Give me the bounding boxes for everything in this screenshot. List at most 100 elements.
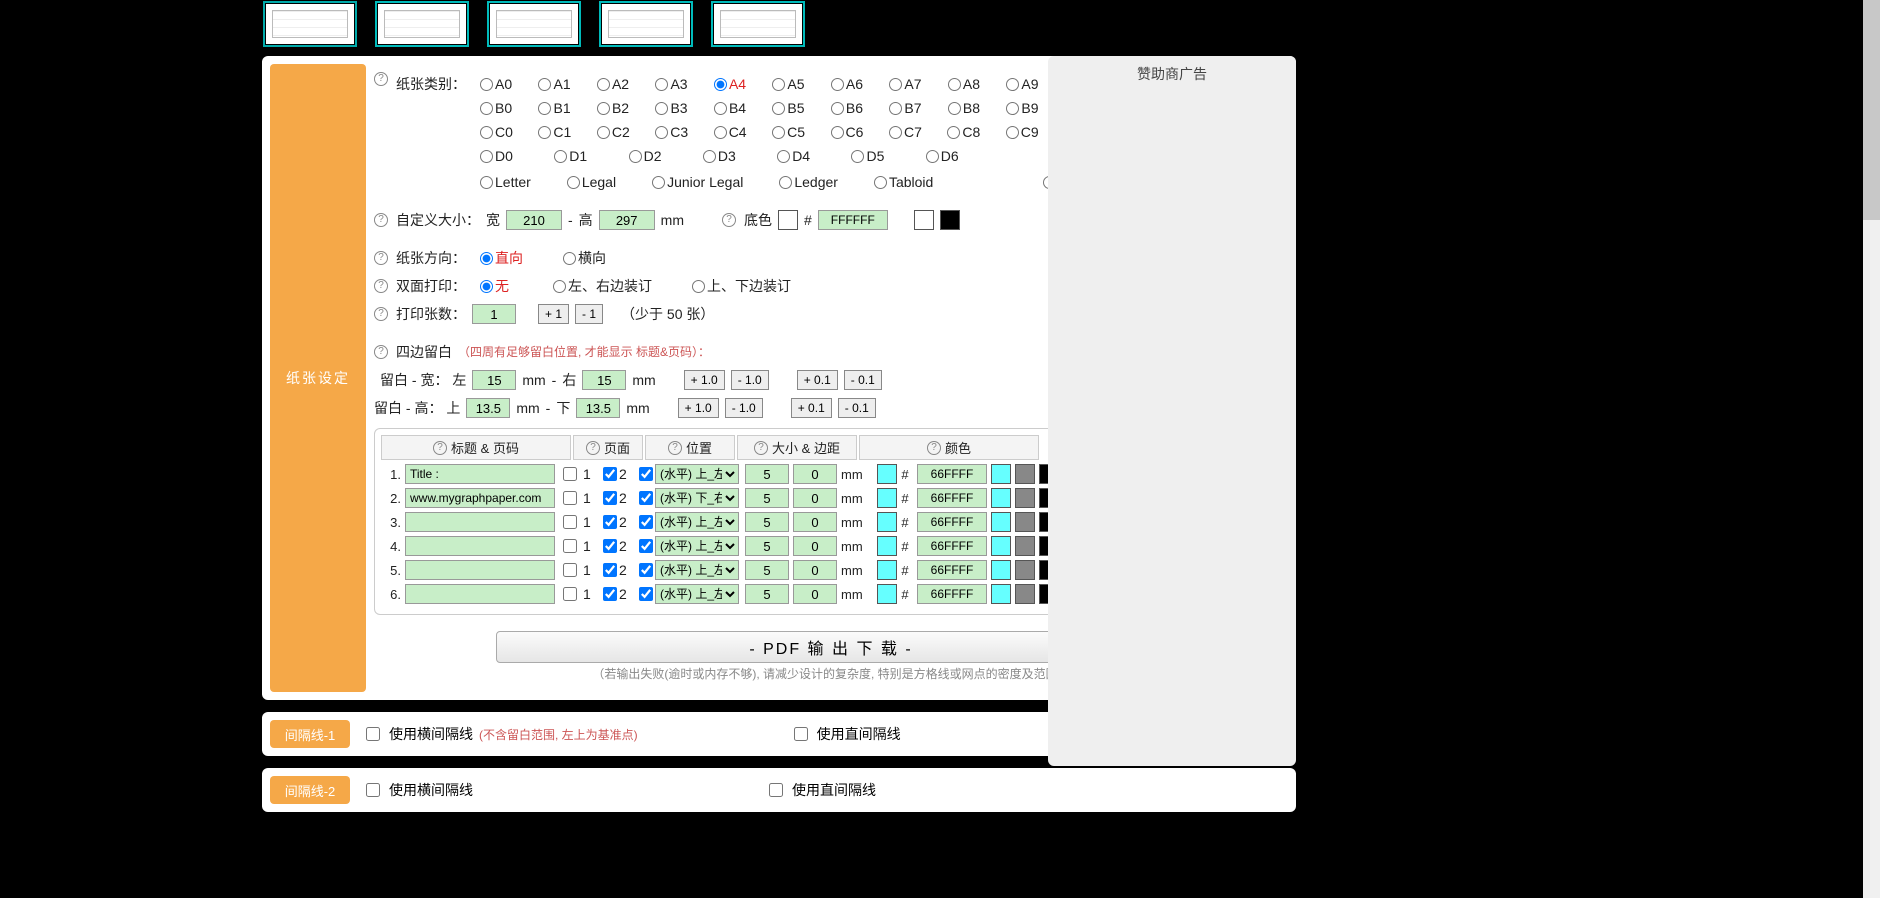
paper-size-b4[interactable]: B4: [706, 96, 760, 120]
paper-size-radio[interactable]: [889, 126, 902, 139]
page1-checkbox[interactable]: [603, 491, 617, 505]
paper-size-radio[interactable]: [655, 78, 668, 91]
help-icon[interactable]: ?: [754, 441, 768, 455]
size-input[interactable]: [745, 512, 789, 532]
paper-size-a2[interactable]: A2: [589, 72, 643, 96]
paper-size-d0[interactable]: D0: [472, 144, 542, 168]
title-enabled-checkbox[interactable]: [563, 587, 577, 601]
title-enabled-checkbox[interactable]: [563, 491, 577, 505]
size-input[interactable]: [745, 536, 789, 556]
custom-width-input[interactable]: [506, 210, 562, 230]
paper-size-b7[interactable]: B7: [881, 96, 936, 120]
margin-input[interactable]: [793, 536, 837, 556]
paper-size-b2[interactable]: B2: [589, 96, 643, 120]
preset-swatch-gray[interactable]: [1015, 560, 1035, 580]
margin-tb-minus10-button[interactable]: - 1.0: [725, 398, 763, 418]
color-swatch[interactable]: [877, 464, 897, 484]
sep1-vertical-checkbox[interactable]: [794, 727, 808, 741]
paper-size-a4[interactable]: A4: [706, 72, 760, 96]
paper-size-radio[interactable]: [831, 126, 844, 139]
size-input[interactable]: [745, 488, 789, 508]
thumbnail-3[interactable]: [486, 0, 582, 48]
margin-left-input[interactable]: [472, 370, 516, 390]
color-hex-input[interactable]: [917, 584, 987, 604]
help-icon[interactable]: ?: [668, 441, 682, 455]
paper-size-radio[interactable]: [652, 176, 665, 189]
preset-swatch-gray[interactable]: [1015, 488, 1035, 508]
color-swatch[interactable]: [877, 536, 897, 556]
copies-minus-button[interactable]: - 1: [575, 304, 603, 324]
paper-size-b0[interactable]: B0: [472, 96, 526, 120]
paper-size-radio[interactable]: [772, 126, 785, 139]
page1-checkbox[interactable]: [603, 563, 617, 577]
preset-swatch-cyan[interactable]: [991, 584, 1011, 604]
paper-size-radio[interactable]: [926, 150, 939, 163]
preset-swatch-gray[interactable]: [1015, 464, 1035, 484]
margin-lr-plus01-button[interactable]: + 0.1: [797, 370, 838, 390]
help-icon[interactable]: ?: [586, 441, 600, 455]
help-icon[interactable]: ?: [927, 441, 941, 455]
margin-bottom-input[interactable]: [576, 398, 620, 418]
paper-size-radio[interactable]: [874, 176, 887, 189]
paper-size-b6[interactable]: B6: [823, 96, 878, 120]
paper-size-c8[interactable]: C8: [939, 120, 993, 144]
paper-size-b1[interactable]: B1: [530, 96, 584, 120]
orientation-landscape-radio[interactable]: [563, 252, 576, 265]
help-icon[interactable]: ?: [374, 251, 388, 265]
duplex-none-radio[interactable]: [480, 280, 493, 293]
bgcolor-swatch[interactable]: [778, 210, 798, 230]
swatch-white[interactable]: [914, 210, 934, 230]
preset-swatch-cyan[interactable]: [991, 536, 1011, 556]
title-text-input[interactable]: [405, 584, 555, 604]
margin-right-input[interactable]: [582, 370, 626, 390]
paper-size-a5[interactable]: A5: [764, 72, 819, 96]
paper-size-c6[interactable]: C6: [823, 120, 877, 144]
paper-size-radio[interactable]: [831, 102, 844, 115]
copies-plus-button[interactable]: + 1: [538, 304, 569, 324]
page2-checkbox[interactable]: [639, 515, 653, 529]
color-swatch[interactable]: [877, 488, 897, 508]
paper-size-radio[interactable]: [948, 78, 961, 91]
paper-size-legal[interactable]: Legal: [559, 170, 616, 194]
paper-size-radio[interactable]: [1006, 126, 1019, 139]
paper-size-c2[interactable]: C2: [589, 120, 643, 144]
margin-tb-minus01-button[interactable]: - 0.1: [838, 398, 876, 418]
paper-size-ledger[interactable]: Ledger: [771, 170, 838, 194]
paper-size-radio[interactable]: [597, 102, 610, 115]
position-select[interactable]: (水平) 上_左: [655, 584, 739, 604]
paper-size-letter[interactable]: Letter: [472, 170, 531, 194]
size-input[interactable]: [745, 560, 789, 580]
paper-size-radio[interactable]: [1006, 102, 1019, 115]
paper-size-radio[interactable]: [480, 102, 493, 115]
size-input[interactable]: [745, 584, 789, 604]
color-swatch[interactable]: [877, 512, 897, 532]
position-select[interactable]: (水平) 上_左: [655, 536, 739, 556]
paper-size-radio[interactable]: [597, 78, 610, 91]
title-enabled-checkbox[interactable]: [563, 467, 577, 481]
help-icon[interactable]: ?: [374, 213, 388, 227]
paper-size-radio[interactable]: [779, 176, 792, 189]
paper-size-radio[interactable]: [567, 176, 580, 189]
help-icon[interactable]: ?: [374, 279, 388, 293]
paper-size-radio[interactable]: [714, 102, 727, 115]
color-hex-input[interactable]: [917, 512, 987, 532]
paper-size-radio[interactable]: [480, 176, 493, 189]
help-icon[interactable]: ?: [374, 72, 388, 86]
paper-size-radio[interactable]: [889, 78, 902, 91]
duplex-lr-radio[interactable]: [553, 280, 566, 293]
title-text-input[interactable]: [405, 464, 555, 484]
page1-checkbox[interactable]: [603, 587, 617, 601]
color-hex-input[interactable]: [917, 536, 987, 556]
margin-input[interactable]: [793, 560, 837, 580]
paper-size-c0[interactable]: C0: [472, 120, 526, 144]
paper-size-c1[interactable]: C1: [530, 120, 584, 144]
title-text-input[interactable]: [405, 488, 555, 508]
paper-size-radio[interactable]: [714, 126, 727, 139]
paper-size-b5[interactable]: B5: [764, 96, 819, 120]
preset-swatch-cyan[interactable]: [991, 560, 1011, 580]
help-icon[interactable]: ?: [374, 345, 388, 359]
title-enabled-checkbox[interactable]: [563, 563, 577, 577]
margin-top-input[interactable]: [466, 398, 510, 418]
color-hex-input[interactable]: [917, 464, 987, 484]
color-hex-input[interactable]: [917, 560, 987, 580]
